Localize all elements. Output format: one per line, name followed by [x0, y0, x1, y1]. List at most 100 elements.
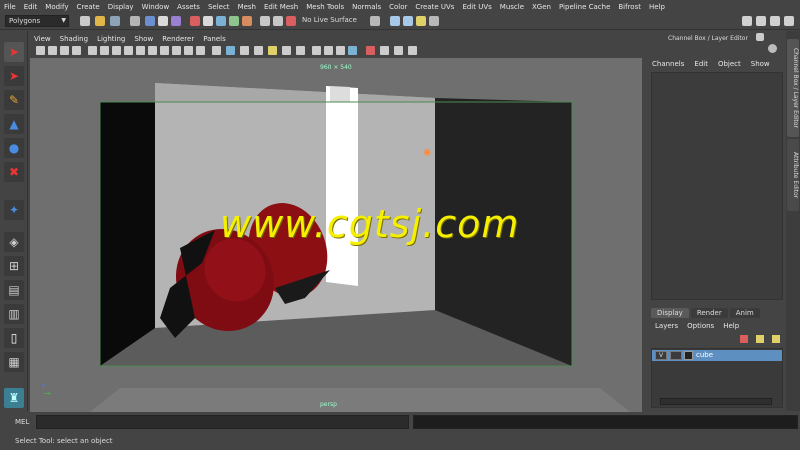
use-all-lights-icon[interactable] [254, 46, 263, 55]
layer-menu-layers[interactable]: Layers [655, 322, 678, 330]
menu-mesh[interactable]: Mesh [238, 3, 256, 11]
bookmark-icon[interactable] [60, 46, 69, 55]
menu-muscle[interactable]: Muscle [500, 3, 524, 11]
gate-mask-icon[interactable] [124, 46, 133, 55]
layout-hypershade-button[interactable]: ▦ [4, 352, 24, 372]
pick-mask-icon[interactable] [190, 16, 200, 26]
textured-icon[interactable] [196, 46, 205, 55]
menu-edit-uvs[interactable]: Edit UVs [462, 3, 491, 11]
layout-graph-button[interactable]: ▥ [4, 304, 24, 324]
select-curves-icon[interactable] [229, 16, 239, 26]
undo-icon[interactable] [130, 16, 140, 26]
channel-box-menu-channels[interactable]: Channels [652, 60, 684, 68]
menu-color[interactable]: Color [389, 3, 407, 11]
menu-window[interactable]: Window [142, 3, 170, 11]
layout-four-button[interactable]: ⊞ [4, 256, 24, 276]
layer-menu-help[interactable]: Help [723, 322, 739, 330]
shadows-icon[interactable] [268, 46, 277, 55]
select-handles-icon[interactable] [203, 16, 213, 26]
layer-playback-toggle[interactable] [670, 351, 682, 360]
menu-create[interactable]: Create [76, 3, 99, 11]
delete-layer-icon[interactable] [740, 335, 748, 343]
image-plane-icon[interactable] [72, 46, 81, 55]
smooth-shade-icon[interactable] [184, 46, 193, 55]
camera-tools-icon[interactable] [380, 46, 389, 55]
new-scene-icon[interactable] [80, 16, 90, 26]
move-tool[interactable]: ▲ [4, 114, 24, 134]
select-component-icon[interactable] [171, 16, 181, 26]
modeling-toolkit-icon[interactable] [742, 16, 752, 26]
snap-curve-icon[interactable] [273, 16, 283, 26]
select-joints-icon[interactable] [216, 16, 226, 26]
menu-normals[interactable]: Normals [352, 3, 381, 11]
menu-select[interactable]: Select [208, 3, 230, 11]
rotate-tool[interactable]: ● [4, 138, 24, 158]
safe-title-icon[interactable] [160, 46, 169, 55]
menu-set-dropdown[interactable]: Polygons ▼ [5, 15, 69, 27]
hud-icon[interactable] [394, 46, 403, 55]
multisample-aa-icon[interactable] [312, 46, 321, 55]
menu-xgen[interactable]: XGen [532, 3, 551, 11]
last-tool[interactable]: ✦ [4, 200, 24, 220]
safe-action-icon[interactable] [148, 46, 157, 55]
layer-menu-options[interactable]: Options [687, 322, 714, 330]
save-scene-icon[interactable] [110, 16, 120, 26]
viewport-menu-lighting[interactable]: Lighting [97, 35, 125, 43]
menu-mesh-tools[interactable]: Mesh Tools [306, 3, 344, 11]
live-surface-label[interactable]: No Live Surface [302, 16, 357, 24]
scale-tool[interactable]: ✖ [4, 162, 24, 182]
command-language-toggle[interactable]: MEL [15, 418, 29, 426]
open-scene-icon[interactable] [95, 16, 105, 26]
render-settings-icon[interactable] [416, 16, 426, 26]
tab-channel-box[interactable]: Channel Box / Layer Editor [787, 39, 799, 137]
camera-attributes-icon[interactable] [48, 46, 57, 55]
camera-select-icon[interactable] [36, 46, 45, 55]
tab-display[interactable]: Display [651, 308, 689, 318]
tool-settings-icon[interactable] [770, 16, 780, 26]
field-chart-icon[interactable] [136, 46, 145, 55]
menu-file[interactable]: File [4, 3, 16, 11]
color-management-icon[interactable] [366, 46, 375, 55]
channel-box-menu-object[interactable]: Object [718, 60, 741, 68]
render-view-button[interactable]: ♜ [4, 388, 24, 408]
tab-render[interactable]: Render [690, 308, 728, 318]
layer-color-swatch[interactable] [684, 351, 693, 360]
paint-select-tool[interactable]: ✎ [4, 90, 24, 110]
grid-toggle-icon[interactable] [88, 46, 97, 55]
render-frame-icon[interactable] [390, 16, 400, 26]
menu-bifrost[interactable]: Bifrost [618, 3, 641, 11]
viewport-menu-show[interactable]: Show [134, 35, 153, 43]
select-surfaces-icon[interactable] [242, 16, 252, 26]
magnet-icon[interactable] [286, 16, 296, 26]
xray-icon[interactable] [226, 46, 235, 55]
new-layer-icon[interactable] [772, 335, 780, 343]
tab-anim[interactable]: Anim [729, 308, 760, 318]
layout-outliner-button[interactable]: ▤ [4, 280, 24, 300]
ipr-render-icon[interactable] [403, 16, 413, 26]
select-hierarchy-icon[interactable] [145, 16, 155, 26]
resolution-gate-icon[interactable] [112, 46, 121, 55]
gamma-icon[interactable] [348, 46, 357, 55]
layout-single-button[interactable]: ◈ [4, 232, 24, 252]
lasso-tool[interactable]: ➤ [4, 66, 24, 86]
select-object-icon[interactable] [158, 16, 168, 26]
channel-box-icon[interactable] [784, 16, 794, 26]
channel-box-menu-edit[interactable]: Edit [694, 60, 708, 68]
motion-blur-icon[interactable] [296, 46, 305, 55]
snap-grid-icon[interactable] [260, 16, 270, 26]
menu-edit-mesh[interactable]: Edit Mesh [264, 3, 298, 11]
layer-scrollbar[interactable] [660, 398, 772, 405]
select-tool[interactable]: ➤ [4, 42, 24, 62]
screen-space-ao-icon[interactable] [282, 46, 291, 55]
attribute-editor-icon[interactable] [756, 16, 766, 26]
viewport-menu-view[interactable]: View [34, 35, 51, 43]
layer-name[interactable]: cube [696, 351, 713, 359]
settings-icon[interactable] [756, 33, 764, 41]
history-icon[interactable] [370, 16, 380, 26]
channel-box-menu-show[interactable]: Show [751, 60, 770, 68]
viewport-menu-renderer[interactable]: Renderer [162, 35, 194, 43]
menu-display[interactable]: Display [108, 3, 134, 11]
command-input[interactable] [36, 415, 409, 429]
pin-icon[interactable] [768, 44, 777, 53]
menu-modify[interactable]: Modify [45, 3, 68, 11]
